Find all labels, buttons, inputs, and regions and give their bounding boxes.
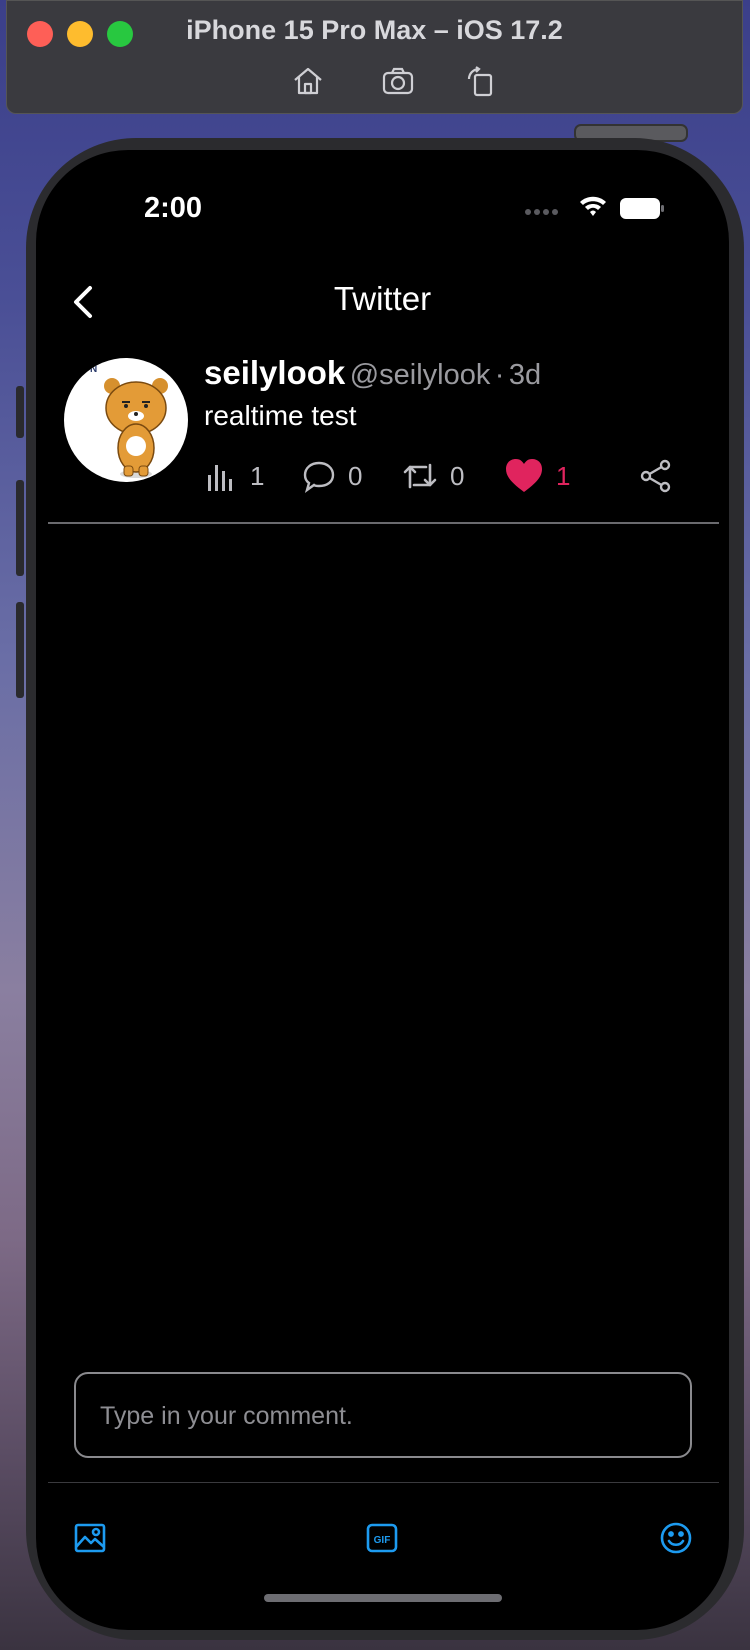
heart-filled-icon (506, 459, 542, 492)
comment-button[interactable]: 0 (302, 456, 362, 496)
svg-text:GIF: GIF (374, 1535, 391, 1546)
bar-chart-icon (208, 465, 232, 491)
status-time: 2:00 (144, 192, 203, 224)
signal-dots-icon (525, 209, 558, 215)
share-icon (640, 459, 671, 493)
home-indicator (264, 1594, 502, 1602)
tweet-actions: 1 0 0 1 (204, 456, 704, 496)
tweet-username[interactable]: seilylook (204, 354, 345, 391)
share-button[interactable] (640, 456, 672, 496)
home-icon[interactable] (291, 65, 325, 97)
phone-screen: 2:00 Twitter N seilylook @seilylook · 3d… (36, 150, 729, 1630)
likes-count: 1 (556, 460, 571, 491)
retweet-button[interactable]: 0 (402, 456, 464, 496)
tweet-divider (48, 522, 719, 524)
battery-icon (620, 198, 664, 219)
tweet-time: 3d (508, 359, 542, 391)
action-button (16, 386, 24, 438)
compose-toolbar: GIF (36, 1510, 729, 1566)
comment-input[interactable] (98, 1374, 672, 1458)
screenshot-icon[interactable] (381, 65, 415, 97)
wifi-icon (580, 196, 606, 216)
status-icons (524, 194, 664, 224)
emoji-icon[interactable] (658, 1520, 694, 1556)
toolbar-divider (48, 1482, 719, 1483)
svg-text:N: N (90, 364, 97, 375)
tweet-item[interactable]: N seilylook @seilylook · 3d realtime tes… (36, 350, 729, 520)
tweet-separator: · (494, 359, 505, 391)
speech-bubble-icon (303, 461, 335, 493)
comments-count: 0 (348, 460, 363, 491)
avatar[interactable]: N (64, 358, 188, 482)
like-button[interactable]: 1 (504, 456, 570, 496)
page-title: Twitter (333, 280, 432, 317)
tweet-handle: @seilylook (349, 359, 491, 391)
bear-avatar: N (90, 364, 168, 478)
image-icon[interactable] (72, 1520, 108, 1556)
simulator-title-bar: iPhone 15 Pro Max – iOS 17.2 (6, 0, 743, 114)
rotate-icon[interactable] (465, 65, 499, 97)
volume-down-button (16, 602, 24, 698)
retweets-count: 0 (450, 460, 465, 491)
simulator-title: iPhone 15 Pro Max – iOS 17.2 (186, 15, 563, 45)
comment-field[interactable] (74, 1372, 692, 1458)
tweet-header: seilylook @seilylook · 3d (204, 354, 541, 392)
retweet-icon (403, 463, 437, 489)
gif-icon[interactable]: GIF (364, 1520, 400, 1556)
views-count: 1 (250, 460, 265, 491)
volume-up-button (16, 480, 24, 576)
navigation-bar: Twitter (36, 270, 729, 330)
views-button[interactable]: 1 (204, 456, 264, 496)
tweet-text: realtime test (204, 400, 357, 431)
